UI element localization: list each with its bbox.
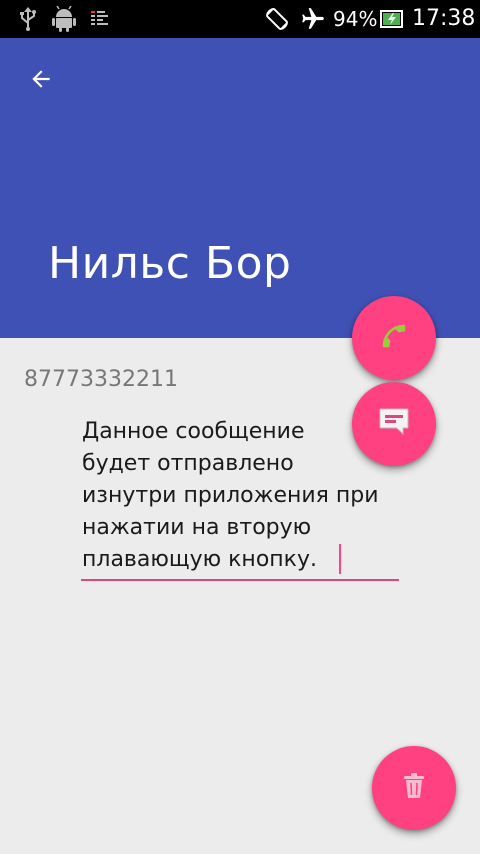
- trash-icon: [402, 772, 426, 804]
- arrow-back-icon: [28, 66, 54, 96]
- clock: 17:38: [412, 6, 476, 31]
- contact-name: Нильс Бор: [48, 238, 292, 289]
- phone-number: 87773332211: [24, 367, 178, 392]
- message-icon: [379, 408, 409, 440]
- text-cursor: [339, 544, 341, 574]
- input-underline: [81, 579, 399, 581]
- phone-icon: [379, 321, 409, 355]
- app-bar: Нильс Бор: [0, 38, 480, 338]
- usb-icon: [14, 0, 42, 38]
- message-text: Данное сообщение будет отправлено изнутр…: [82, 419, 379, 572]
- airplane-mode-icon: [298, 0, 328, 38]
- screen-rotation-icon: [262, 0, 292, 38]
- app-screen: 94% 17:38 Нильс Бор 87773332211 Данное с…: [0, 0, 480, 854]
- send-message-button[interactable]: [352, 382, 436, 466]
- status-bar: 94% 17:38: [0, 0, 480, 38]
- sim-icon: [88, 0, 112, 38]
- delete-button[interactable]: [372, 746, 456, 830]
- call-button[interactable]: [352, 296, 436, 380]
- back-button[interactable]: [16, 58, 66, 104]
- battery-percent: 94%: [333, 7, 378, 31]
- battery-charging-icon: [378, 0, 406, 38]
- android-debug-icon: [50, 0, 78, 38]
- message-input[interactable]: Данное сообщение будет отправлено изнутр…: [81, 416, 399, 582]
